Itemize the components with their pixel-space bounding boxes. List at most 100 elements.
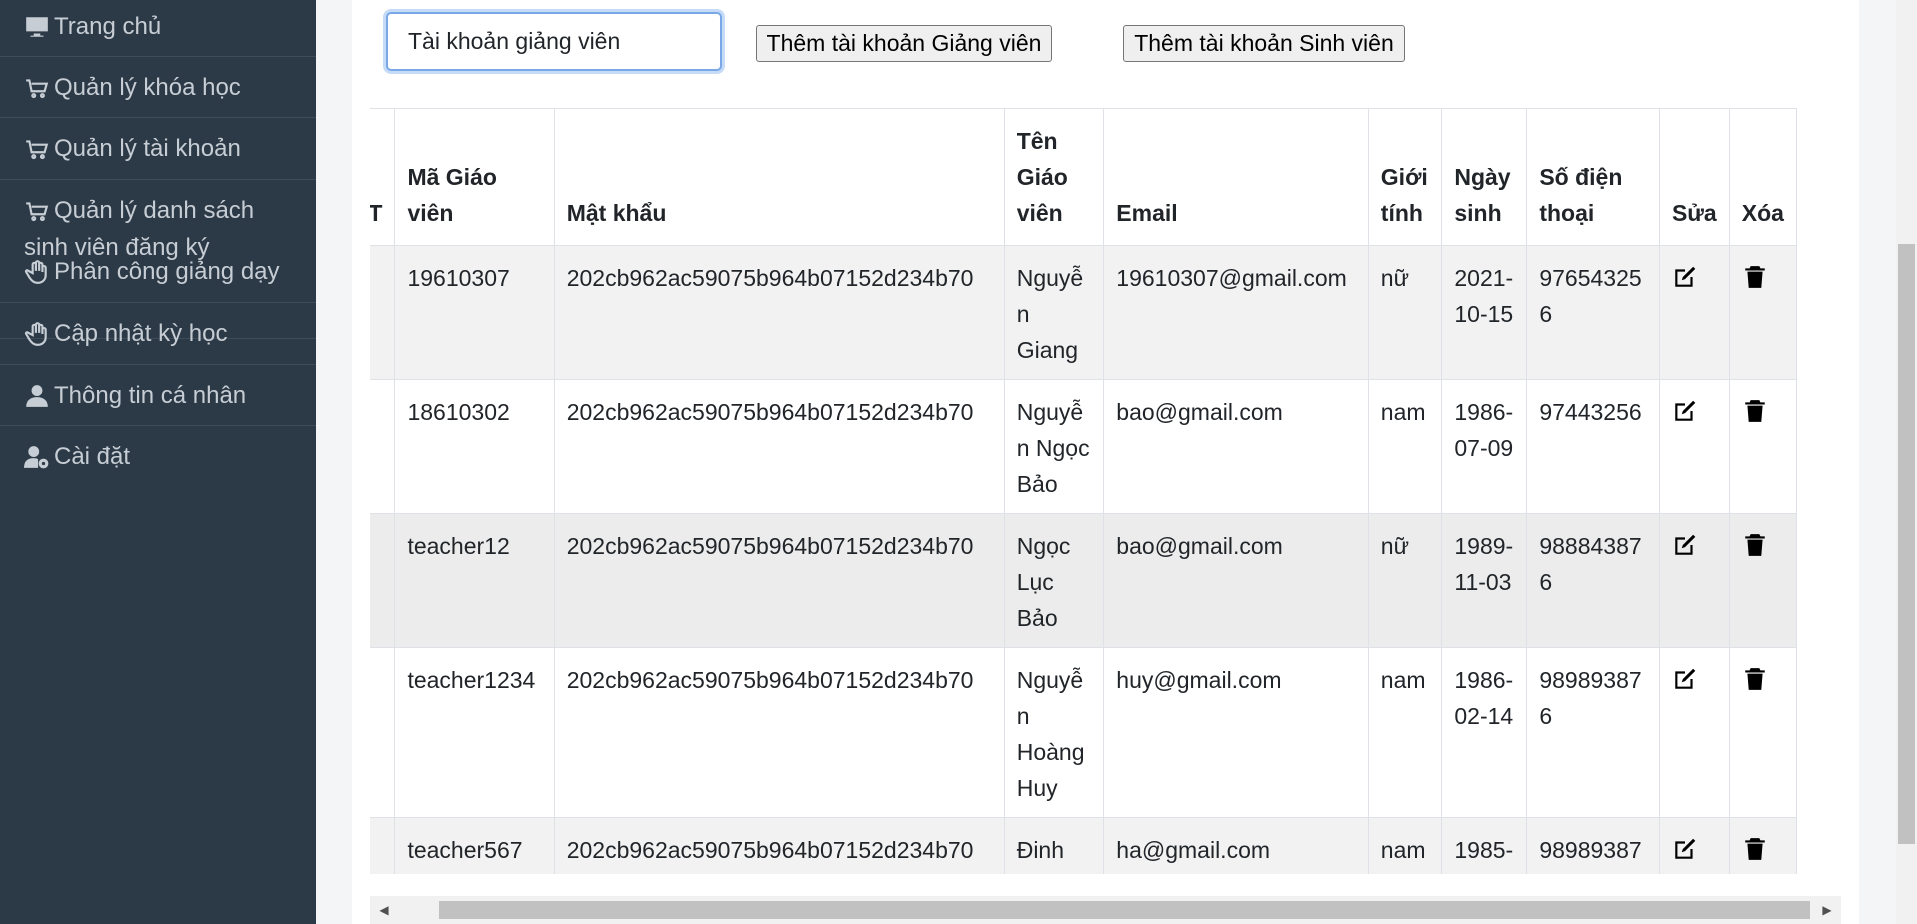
cell-phone: 976543256 (1526, 245, 1660, 380)
cell-phone: 988843876 (1526, 513, 1660, 648)
cell-delete (1728, 817, 1798, 874)
cell-edit (1658, 513, 1730, 648)
add-student-button[interactable]: Thêm tài khoản Sinh viên (1123, 25, 1405, 62)
horizontal-scroll-thumb[interactable] (439, 901, 1810, 919)
trash-icon[interactable] (1742, 398, 1768, 424)
sidebar-item-courses[interactable]: Quản lý khóa học (0, 57, 316, 118)
cell-phone: 97443256 (1526, 379, 1660, 514)
table-row: teacher567 202cb962ac59075b964b07152d234b… (370, 817, 1798, 874)
cell-teacher-name: Ngọc Lục Bảo (1003, 513, 1105, 648)
cell-teacher-name: Nguyễn Giang (1003, 245, 1105, 380)
user-icon (24, 377, 54, 414)
column-header-password: Mật khẩu (553, 108, 1005, 246)
hand-icon (24, 315, 54, 352)
table-row: 18610302 202cb962ac59075b964b07152d234b70… (370, 379, 1798, 514)
edit-icon[interactable] (1672, 836, 1698, 862)
sidebar-item-accounts[interactable]: Quản lý tài khoản (0, 118, 316, 180)
cell-password: 202cb962ac59075b964b07152d234b70 (553, 817, 1005, 874)
cell-birthdate: 2021-10-15 (1441, 245, 1528, 380)
table-row: 19610307 202cb962ac59075b964b07152d234b70… (370, 245, 1798, 380)
trash-icon[interactable] (1742, 666, 1768, 692)
vertical-scrollbar[interactable] (1896, 0, 1917, 924)
trash-icon[interactable] (1742, 264, 1768, 290)
cell-stt (370, 379, 396, 514)
cell-email: 19610307@gmail.com (1103, 245, 1369, 380)
cell-email: bao@gmail.com (1103, 513, 1369, 648)
hand-icon (24, 253, 54, 290)
sidebar-item-label: Quản lý khóa học (54, 74, 241, 101)
cell-delete (1728, 513, 1798, 648)
cell-phone: 989893876 (1526, 647, 1660, 818)
cell-gender: nữ (1367, 245, 1443, 380)
cell-delete (1728, 379, 1798, 514)
column-header-delete: Xóa (1728, 108, 1798, 246)
cell-password: 202cb962ac59075b964b07152d234b70 (553, 379, 1005, 514)
cell-birthdate: 1986-07-09 (1441, 379, 1528, 514)
cell-phone: 989893876 (1526, 817, 1660, 874)
cell-birthdate: 1985-02-11 (1441, 817, 1528, 874)
cell-email: bao@gmail.com (1103, 379, 1369, 514)
cell-teacher-id: teacher12 (394, 513, 555, 648)
add-teacher-button[interactable]: Thêm tài khoản Giảng viên (756, 25, 1052, 62)
cell-gender: nam (1367, 379, 1443, 514)
table-row: teacher12 202cb962ac59075b964b07152d234b7… (370, 513, 1798, 648)
horizontal-scrollbar[interactable]: ◀ ▶ (370, 896, 1841, 924)
vertical-scroll-thumb[interactable] (1898, 244, 1915, 844)
edit-icon[interactable] (1672, 264, 1698, 290)
cell-stt (370, 245, 396, 380)
cell-gender: nam (1367, 817, 1443, 874)
cell-edit (1658, 379, 1730, 514)
sidebar-item-settings[interactable]: Cài đặt (0, 426, 316, 487)
table-row: teacher1234 202cb962ac59075b964b07152d234… (370, 647, 1798, 818)
cell-delete (1728, 647, 1798, 818)
edit-icon[interactable] (1672, 398, 1698, 424)
sidebar-item-semester[interactable]: Cập nhật kỳ học (0, 303, 316, 365)
column-header-phone: Số điện thoại (1526, 108, 1660, 246)
column-header-teacher-name: Tên Giáo viên (1003, 108, 1105, 246)
cell-stt (370, 513, 396, 648)
cell-delete (1728, 245, 1798, 380)
trash-icon[interactable] (1742, 532, 1768, 558)
sidebar-item-label: Thông tin cá nhân (54, 382, 247, 409)
scroll-right-icon[interactable]: ▶ (1819, 902, 1835, 918)
cell-email: ha@gmail.com (1103, 817, 1369, 874)
account-type-select[interactable] (386, 12, 722, 71)
sidebar-item-label: Cập nhật kỳ học (54, 320, 228, 347)
sidebar-item-label: Phân công giảng dạy (54, 258, 280, 285)
cell-edit (1658, 245, 1730, 380)
column-header-gender: Giới tính (1367, 108, 1443, 246)
cart-icon (24, 69, 54, 106)
cell-teacher-name: Nguyễn Hoàng Huy (1003, 647, 1105, 818)
teacher-table: STT Mã Giáo viên Mật khẩu Tên Giáo viên … (370, 108, 1798, 874)
cell-password: 202cb962ac59075b964b07152d234b70 (553, 513, 1005, 648)
scroll-left-icon[interactable]: ◀ (376, 902, 392, 918)
table-container[interactable]: STT Mã Giáo viên Mật khẩu Tên Giáo viên … (370, 108, 1841, 874)
sidebar: Trang chủ Quản lý khóa học Quản lý tài k… (0, 0, 316, 924)
cell-teacher-name: Nguyễn Ngọc Bảo (1003, 379, 1105, 514)
cell-password: 202cb962ac59075b964b07152d234b70 (553, 245, 1005, 380)
cell-teacher-id: teacher1234 (394, 647, 555, 818)
trash-icon[interactable] (1742, 836, 1768, 862)
column-header-stt: STT (370, 108, 396, 246)
sidebar-item-profile[interactable]: Thông tin cá nhân (0, 365, 316, 426)
monitor-icon (24, 8, 54, 45)
sidebar-item-label: Quản lý tài khoản (54, 135, 241, 162)
column-header-birthdate: Ngày sinh (1441, 108, 1528, 246)
cell-stt (370, 647, 396, 818)
user-gear-icon (24, 438, 54, 475)
sidebar-item-label: Trang chủ (54, 13, 162, 40)
table-header-row: STT Mã Giáo viên Mật khẩu Tên Giáo viên … (370, 108, 1798, 246)
cell-teacher-name: Đinh Khánh Hà (1003, 817, 1105, 874)
cell-teacher-id: teacher567 (394, 817, 555, 874)
sidebar-item-home[interactable]: Trang chủ (0, 0, 316, 57)
cart-icon (24, 130, 54, 167)
cell-gender: nữ (1367, 513, 1443, 648)
cell-birthdate: 1989-11-03 (1441, 513, 1528, 648)
cell-password: 202cb962ac59075b964b07152d234b70 (553, 647, 1005, 818)
column-header-teacher-id: Mã Giáo viên (394, 108, 555, 246)
edit-icon[interactable] (1672, 532, 1698, 558)
column-header-email: Email (1103, 108, 1369, 246)
cell-edit (1658, 647, 1730, 818)
edit-icon[interactable] (1672, 666, 1698, 692)
cell-stt (370, 817, 396, 874)
